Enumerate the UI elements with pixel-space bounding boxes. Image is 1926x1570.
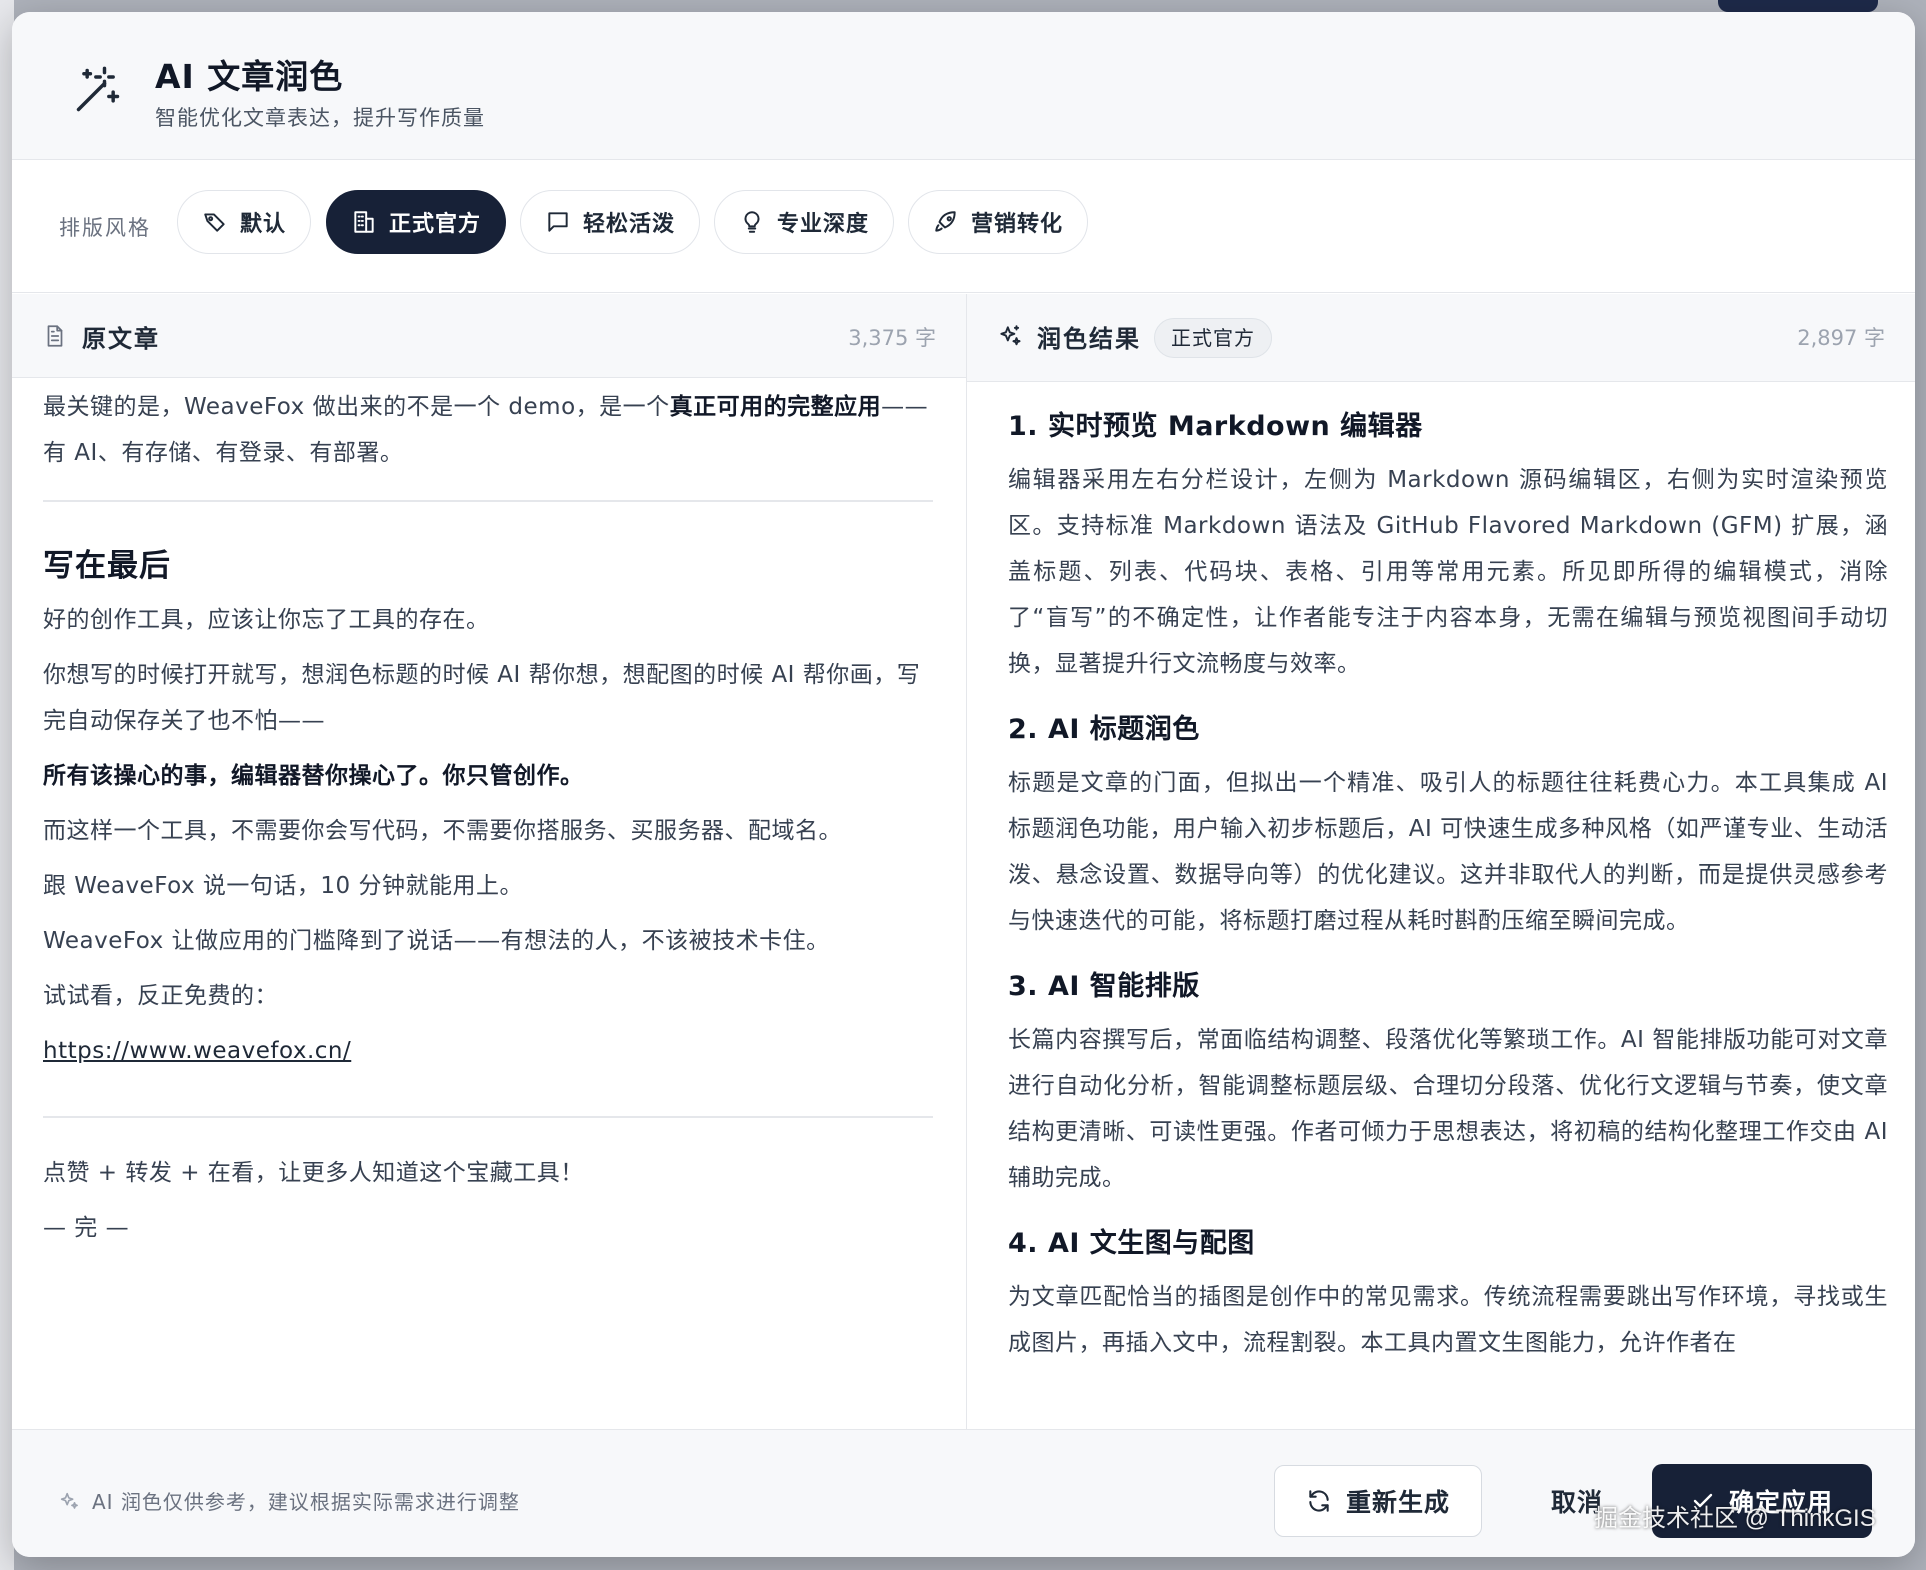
original-paragraph: 最关键的是，WeaveFox 做出来的不是一个 demo，是一个真正可用的完整应…	[43, 384, 933, 476]
bold-text: 真正可用的完整应用	[669, 394, 882, 420]
result-section-heading: 3. AI 智能排版	[1008, 971, 1200, 1002]
original-panel: 原文章 3,375 字 最关键的是，WeaveFox 做出来的不是一个 demo…	[12, 294, 967, 1429]
style-chip-label: 营销转化	[971, 212, 1064, 237]
dialog-subtitle: 智能优化文章表达，提升写作质量	[155, 106, 485, 130]
divider	[43, 1116, 933, 1118]
result-section-heading: 4. AI 文生图与配图	[1008, 1228, 1255, 1259]
original-panel-header: 原文章 3,375 字	[12, 294, 966, 378]
result-panel-header: 润色结果 正式官方 2,897 字	[967, 294, 1915, 382]
dialog-title: AI 文章润色	[155, 57, 344, 96]
regenerate-label: 重新生成	[1345, 1488, 1450, 1517]
sparkles-icon	[1000, 325, 1021, 346]
disclaimer-text: AI 润色仅供参考，建议根据实际需求进行调整	[92, 1490, 520, 1514]
style-chip-label: 轻松活泼	[583, 212, 676, 237]
original-paragraph: 试试看，反正免费的：	[43, 983, 278, 1009]
original-content[interactable]: 最关键的是，WeaveFox 做出来的不是一个 demo，是一个真正可用的完整应…	[43, 378, 933, 1251]
style-chip-casual[interactable]: 轻松活泼	[520, 190, 701, 254]
result-section-heading: 2. AI 标题润色	[1008, 714, 1200, 745]
original-paragraph: 好的创作工具，应该让你忘了工具的存在。	[43, 607, 490, 633]
style-label: 排版风格	[59, 216, 151, 240]
result-style-badge: 正式官方	[1154, 318, 1272, 358]
result-section-text: 长篇内容撰写后，常面临结构调整、段落优化等繁琐工作。AI 智能排版功能可对文章进…	[1008, 1027, 1888, 1191]
chat-bubble-icon	[548, 212, 568, 232]
style-chip-default[interactable]: 默认	[177, 190, 312, 254]
document-icon	[47, 325, 63, 347]
style-chip-formal[interactable]: 正式官方	[326, 190, 507, 254]
original-paragraph: — 完 —	[43, 1215, 130, 1241]
disclaimer-note: AI 润色仅供参考，建议根据实际需求进行调整	[58, 1486, 520, 1515]
weavefox-link[interactable]: https://www.weavefox.cn/	[43, 1038, 351, 1064]
dialog-header: AI 文章润色 智能优化文章表达，提升写作质量	[12, 12, 1915, 160]
style-chip-label: 默认	[240, 212, 287, 237]
divider	[43, 500, 933, 502]
style-bar: 排版风格 默认 正式官方 轻松活泼 专业深度 营销转化	[12, 160, 1915, 293]
brush-icon	[204, 213, 225, 232]
original-word-count: 3,375 字	[848, 326, 936, 350]
result-section-text: 编辑器采用左右分栏设计，左侧为 Markdown 源码编辑区，右侧为实时渲染预览…	[1008, 467, 1888, 677]
original-title: 原文章	[82, 325, 160, 353]
original-paragraph: 你想写的时候打开就写，想润色标题的时候 AI 帮你想，想配图的时候 AI 帮你画…	[43, 662, 921, 734]
regenerate-button[interactable]: 重新生成	[1274, 1465, 1482, 1537]
result-word-count: 2,897 字	[1797, 326, 1885, 350]
original-paragraph: WeaveFox 让做应用的门槛降到了说话——有想法的人，不该被技术卡住。	[43, 928, 830, 954]
rocket-icon	[935, 211, 956, 232]
polish-dialog: AI 文章润色 智能优化文章表达，提升写作质量 排版风格 默认 正式官方 轻松活…	[12, 12, 1915, 1557]
style-chip-label: 专业深度	[777, 212, 870, 237]
result-section-heading: 1. 实时预览 Markdown 编辑器	[1008, 411, 1423, 442]
result-title: 润色结果	[1037, 325, 1141, 353]
sparkles-icon	[60, 1492, 78, 1509]
background-top-button	[1718, 0, 1878, 12]
magic-wand-icon	[76, 66, 120, 112]
building-icon	[354, 211, 374, 233]
text-span: 最关键的是，WeaveFox 做出来的不是一个 demo，是一个	[43, 394, 670, 420]
result-panel: 润色结果 正式官方 2,897 字 1. 实时预览 Markdown 编辑器 编…	[967, 294, 1915, 1429]
style-chip-professional[interactable]: 专业深度	[714, 190, 895, 254]
style-chip-marketing[interactable]: 营销转化	[908, 190, 1089, 254]
original-paragraph: 跟 WeaveFox 说一句话，10 分钟就能用上。	[43, 873, 523, 899]
original-paragraph: 点赞 + 转发 + 在看，让更多人知道这个宝藏工具！	[43, 1160, 584, 1186]
original-heading: 写在最后	[43, 548, 171, 584]
original-paragraph: 而这样一个工具，不需要你会写代码，不需要你搭服务、买服务器、配域名。	[43, 818, 842, 844]
lightbulb-icon	[744, 211, 760, 233]
style-chip-label: 正式官方	[389, 212, 482, 237]
dialog-footer: AI 润色仅供参考，建议根据实际需求进行调整 重新生成 取消 确定应用	[12, 1429, 1915, 1557]
refresh-icon	[1309, 1490, 1329, 1512]
watermark: 掘金技术社区 @ ThinkGIS	[1594, 1505, 1876, 1532]
result-section-text: 标题是文章的门面，但拟出一个精准、吸引人的标题往往耗费心力。本工具集成 AI 标…	[1008, 770, 1888, 934]
original-paragraph-bold: 所有该操心的事，编辑器替你操心了。你只管创作。	[43, 763, 584, 789]
result-content[interactable]: 1. 实时预览 Markdown 编辑器 编辑器采用左右分栏设计，左侧为 Mar…	[1008, 382, 1888, 1366]
result-section-text: 为文章匹配恰当的插图是创作中的常见需求。传统流程需要跳出写作环境，寻找或生成图片…	[1008, 1284, 1888, 1356]
